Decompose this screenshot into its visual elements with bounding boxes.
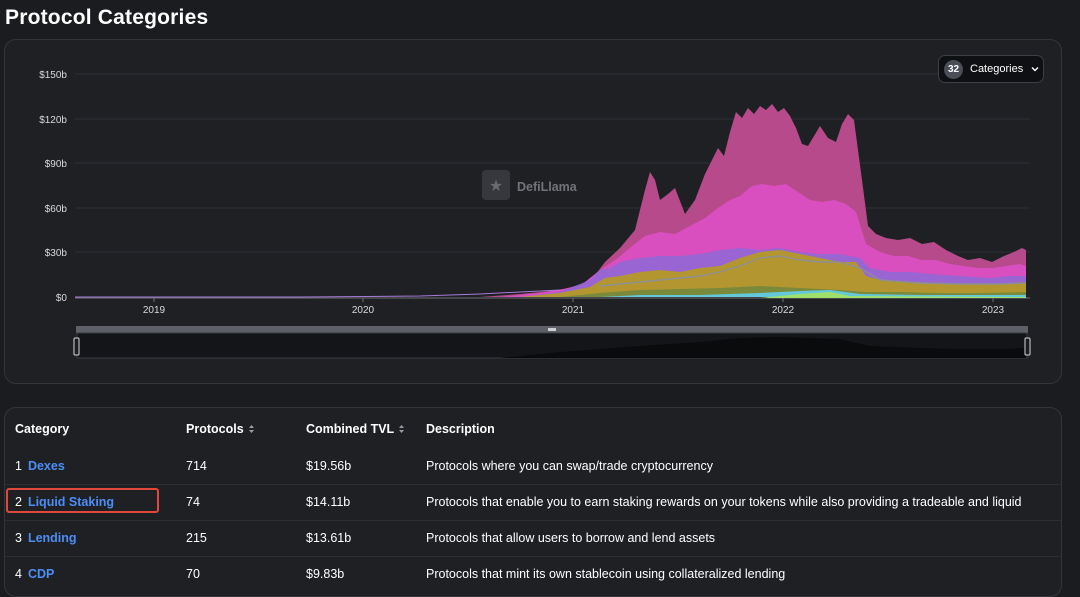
table-row: 3 Lending 215 $13.61b Protocols that all… bbox=[5, 520, 1061, 556]
row-protocols: 215 bbox=[186, 531, 207, 545]
row-rank: 4 bbox=[15, 567, 22, 581]
sort-icon bbox=[248, 425, 254, 433]
categories-count-badge: 32 bbox=[944, 59, 963, 79]
row-tvl: $14.11b bbox=[306, 495, 351, 509]
y-tick-label: $120b bbox=[39, 115, 67, 126]
row-protocols: 714 bbox=[186, 459, 207, 473]
range-handle-right[interactable] bbox=[1024, 337, 1031, 356]
th-protocols[interactable]: Protocols bbox=[186, 422, 255, 436]
y-tick-label: $60b bbox=[45, 204, 68, 215]
row-tvl: $19.56b bbox=[306, 459, 352, 473]
watermark-text: DefiLlama bbox=[517, 180, 578, 194]
y-tick-label: $0 bbox=[56, 293, 68, 304]
defillama-watermark: ★ DefiLlama bbox=[482, 170, 578, 200]
category-link-liquid-staking[interactable]: Liquid Staking bbox=[28, 495, 114, 509]
y-tick-label: $90b bbox=[45, 159, 68, 170]
row-description: Protocols that mint its own stablecoin u… bbox=[426, 567, 786, 581]
sort-icon bbox=[399, 425, 405, 433]
row-tvl: $13.61b bbox=[306, 531, 352, 545]
row-tvl: $9.83b bbox=[306, 567, 345, 581]
th-category[interactable]: Category bbox=[15, 422, 69, 436]
th-protocols-label: Protocols bbox=[186, 422, 244, 436]
th-description: Description bbox=[426, 422, 495, 436]
page-scrollbar[interactable] bbox=[1073, 0, 1080, 582]
row-description: Protocols that enable you to earn stakin… bbox=[426, 495, 1022, 509]
y-tick-label: $150b bbox=[39, 70, 67, 81]
table-row: 4 CDP 70 $9.83b Protocols that mint its … bbox=[5, 556, 1061, 592]
categories-table: Category Protocols Combined TVL Descript… bbox=[4, 407, 1062, 597]
table-row: 2 Liquid Staking 74 $14.11b Protocols th… bbox=[5, 484, 1061, 520]
row-description: Protocols where you can swap/trade crypt… bbox=[426, 459, 713, 473]
x-tick-label: 2023 bbox=[982, 305, 1005, 316]
svg-text:★: ★ bbox=[489, 178, 503, 195]
tvl-area-chart: $150b $120b $90b $60b $30b $0 2019 2020 … bbox=[39, 70, 1031, 359]
chart-range-slider[interactable] bbox=[73, 326, 1031, 359]
row-protocols: 70 bbox=[186, 567, 200, 581]
row-rank: 2 bbox=[15, 495, 22, 509]
th-combined-tvl[interactable]: Combined TVL bbox=[306, 422, 405, 436]
x-tick-label: 2021 bbox=[562, 305, 585, 316]
row-rank: 1 bbox=[15, 459, 22, 473]
range-handle-left[interactable] bbox=[73, 337, 80, 356]
categories-dropdown-button[interactable]: 32 Categories bbox=[938, 55, 1044, 83]
th-description-label: Description bbox=[426, 422, 495, 436]
categories-label: Categories bbox=[970, 63, 1024, 75]
row-description: Protocols that allow users to borrow and… bbox=[426, 531, 716, 545]
series-line-early bbox=[75, 289, 561, 298]
category-link-lending[interactable]: Lending bbox=[28, 531, 77, 545]
y-tick-label: $30b bbox=[45, 248, 68, 259]
chevron-down-icon bbox=[1031, 67, 1039, 72]
row-protocols: 74 bbox=[186, 495, 200, 509]
table-row: 1 Dexes 714 $19.56b Protocols where you … bbox=[5, 448, 1061, 484]
x-tick-label: 2020 bbox=[352, 305, 375, 316]
x-tick-label: 2022 bbox=[772, 305, 795, 316]
th-category-label: Category bbox=[15, 422, 70, 436]
x-tick-label: 2019 bbox=[143, 305, 166, 316]
category-link-cdp[interactable]: CDP bbox=[28, 567, 54, 581]
th-tvl-label: Combined TVL bbox=[306, 422, 395, 436]
category-link-dexes[interactable]: Dexes bbox=[28, 459, 65, 473]
grid-lines bbox=[75, 73, 1030, 253]
row-rank: 3 bbox=[15, 531, 22, 545]
